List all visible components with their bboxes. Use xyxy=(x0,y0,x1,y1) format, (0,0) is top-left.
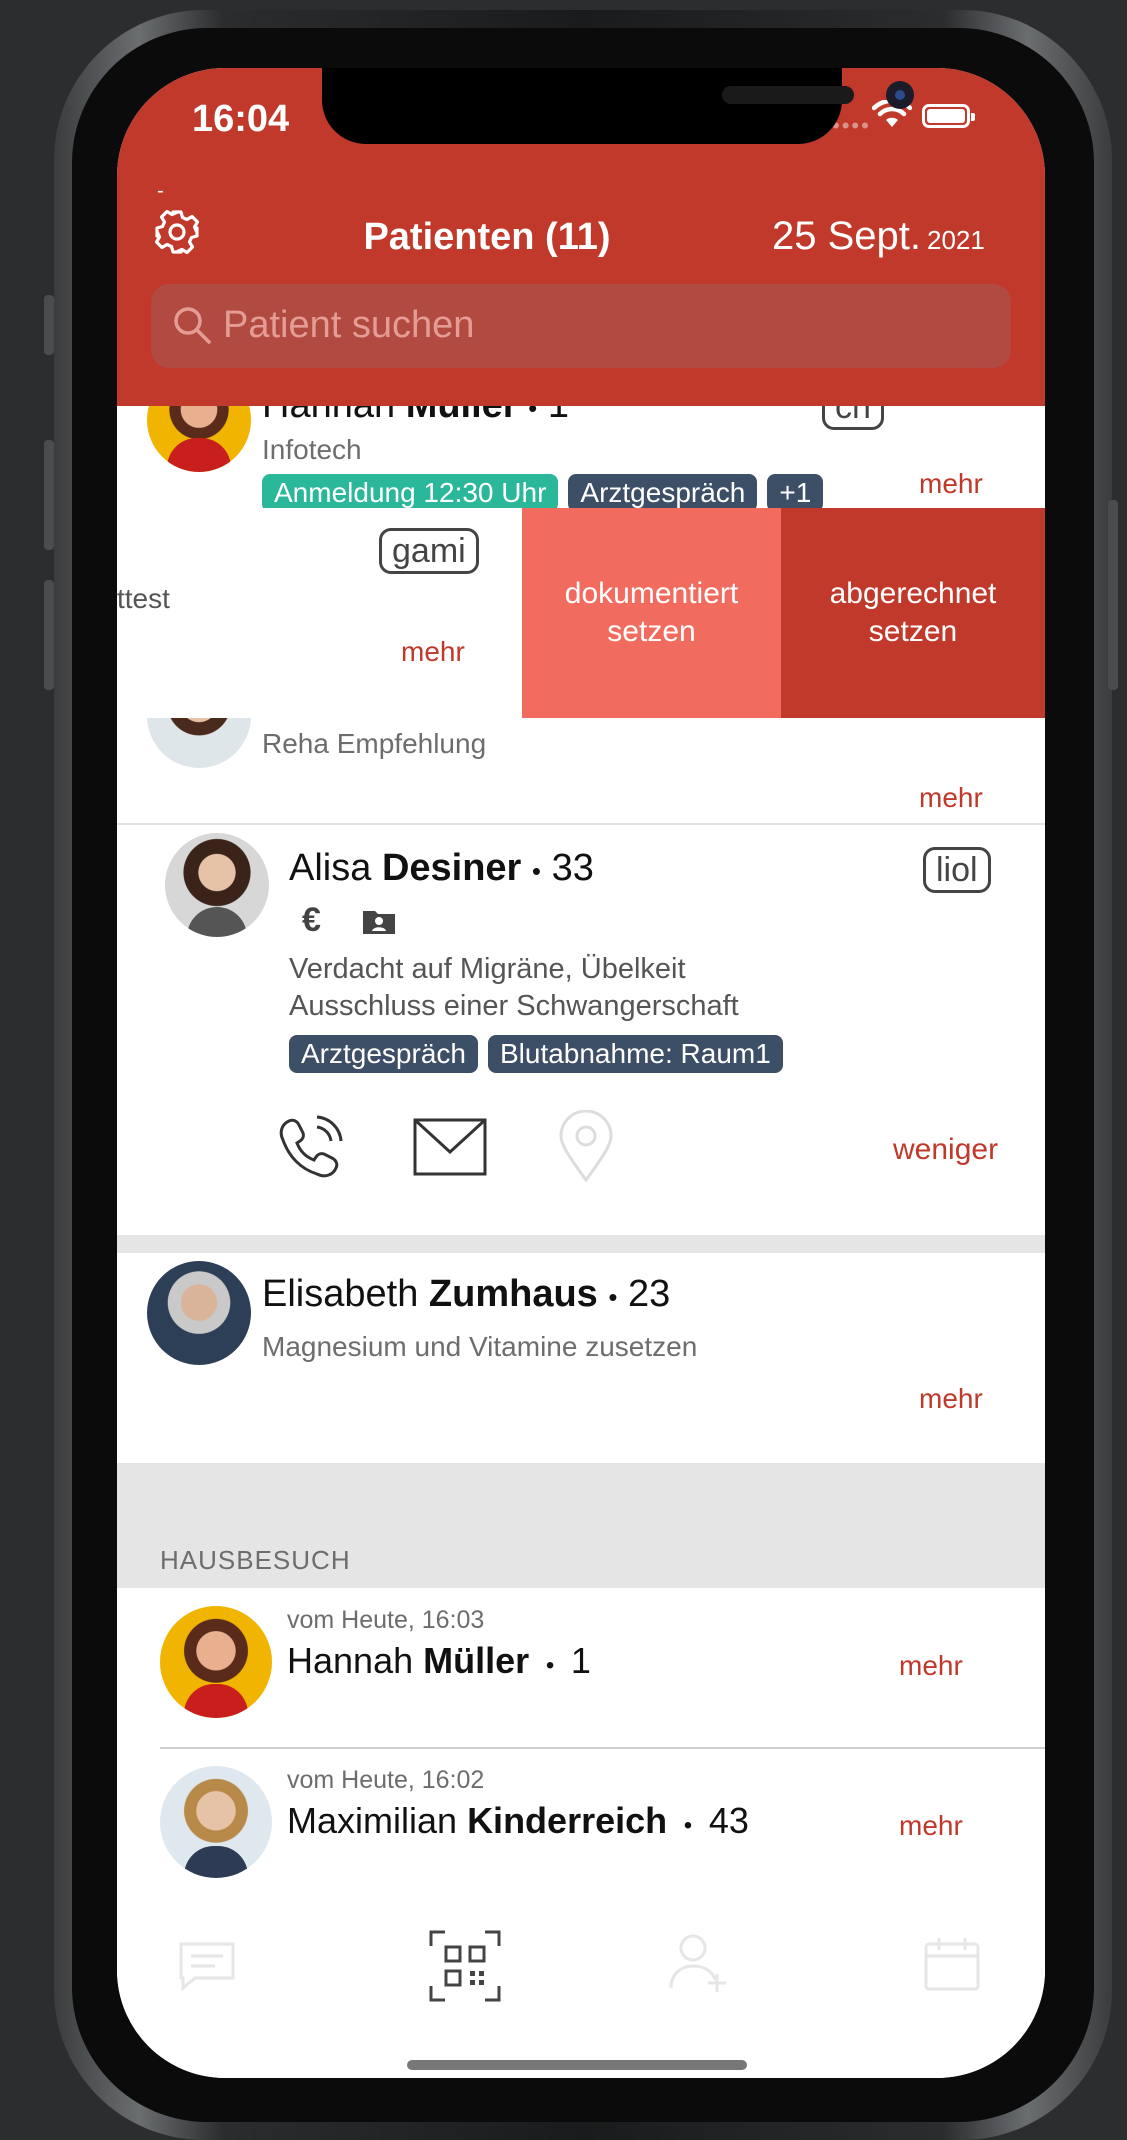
chip-row: Anmeldung 12:30 Uhr Arztgespräch +1 xyxy=(262,474,833,508)
add-patient-icon[interactable] xyxy=(665,1930,731,1996)
more-link[interactable]: mehr xyxy=(919,468,983,500)
insurance-badge: cn xyxy=(822,406,884,430)
row-note: Magnesium und Vitamine zusetzen xyxy=(262,1331,698,1362)
patient-name: Maximilian Kinderreich • 43 xyxy=(287,1800,749,1841)
chip-registration: Anmeldung 12:30 Uhr xyxy=(262,474,559,508)
mark-documented-button[interactable]: dokumentiert setzen xyxy=(522,508,781,718)
insurance-badge: gami xyxy=(379,528,479,574)
avatar xyxy=(147,718,251,768)
swiped-row-content[interactable]: gami ttest mehr xyxy=(117,508,522,718)
home-indicator[interactable] xyxy=(407,2060,747,2070)
visit-time: vom Heute, 16:03 xyxy=(287,1606,485,1634)
section-title: HAUSBESUCH xyxy=(160,1545,351,1575)
section-separator xyxy=(117,1235,1045,1253)
patient-name: Alisa Desiner • 33 xyxy=(289,847,594,889)
chip-row: Arztgespräch Blutabnahme: Raum1 xyxy=(289,1035,793,1073)
date-year: 2021 xyxy=(927,225,985,255)
chip-doctor-talk: Arztgespräch xyxy=(568,474,758,508)
row-note: ttest xyxy=(117,583,170,614)
house-call-list: vom Heute, 16:03 Hannah Müller • 1 mehr … xyxy=(117,1588,1045,1900)
chip-doctor-talk: Arztgespräch xyxy=(289,1035,478,1073)
more-link[interactable]: mehr xyxy=(899,1650,963,1682)
less-link[interactable]: weniger xyxy=(893,1133,998,1167)
battery-icon xyxy=(922,104,975,128)
avatar xyxy=(160,1766,272,1878)
notch xyxy=(322,68,914,144)
search-field[interactable]: Patient suchen xyxy=(151,284,1011,368)
header-dash: - xyxy=(157,180,164,202)
patient-name: Elisabeth Zumhaus • 23 xyxy=(262,1273,671,1315)
note-line-2: Ausschluss einer Schwangerschaft xyxy=(289,990,739,1022)
silent-switch xyxy=(44,295,54,355)
page-title: Patienten (11) xyxy=(363,216,611,258)
patient-row-elisabeth[interactable]: Elisabeth Zumhaus • 23 Magnesium und Vit… xyxy=(117,1253,1045,1463)
patient-company: Infotech xyxy=(262,434,362,465)
more-link[interactable]: mehr xyxy=(899,1810,963,1842)
patient-row-alisa-expanded[interactable]: Alisa Desiner • 33 liol € Verdacht auf M… xyxy=(117,825,1045,1235)
visit-time: vom Heute, 16:02 xyxy=(287,1766,485,1794)
chat-icon[interactable] xyxy=(177,1940,237,1992)
avatar xyxy=(147,406,251,472)
power-button xyxy=(1108,500,1118,690)
location-pin-icon[interactable] xyxy=(557,1110,615,1182)
app-screen: 16:04 •••• - Patienten (11) 25 Sept. 2021… xyxy=(117,68,1045,2078)
mark-billed-button[interactable]: abgerechnet setzen xyxy=(781,508,1045,718)
calendar-icon[interactable] xyxy=(923,1936,981,1992)
more-link[interactable]: mehr xyxy=(919,782,983,814)
search-placeholder: Patient suchen xyxy=(223,304,475,346)
tab-bar xyxy=(117,1900,1045,2078)
avatar xyxy=(160,1606,272,1718)
patient-name: Hannah Müller • 1 xyxy=(262,406,569,426)
section-header-hausbesuch: HAUSBESUCH xyxy=(117,1463,1045,1588)
patient-name: Hannah Müller • 1 xyxy=(287,1640,591,1681)
patient-row-hannah[interactable]: Hannah Müller • 1 cn Infotech Anmeldung … xyxy=(117,406,1045,508)
more-link[interactable]: mehr xyxy=(401,636,465,668)
phone-icon[interactable] xyxy=(275,1113,345,1183)
mail-icon[interactable] xyxy=(413,1118,487,1176)
chip-more-count: +1 xyxy=(767,474,824,508)
current-date[interactable]: 25 Sept. 2021 xyxy=(772,214,985,259)
euro-icon: € xyxy=(302,901,321,939)
insurance-badge: liol xyxy=(923,847,991,893)
house-call-item[interactable]: vom Heute, 16:02 Maximilian Kinderreich … xyxy=(117,1748,1045,1900)
note-line-1: Verdacht auf Migräne, Übelkeit xyxy=(289,953,686,985)
patient-row-partial[interactable]: Reha Empfehlung mehr xyxy=(117,718,1045,824)
date-day-month: 25 Sept. xyxy=(772,214,922,258)
avatar xyxy=(147,1261,251,1365)
chip-blood-draw: Blutabnahme: Raum1 xyxy=(487,1035,783,1073)
search-icon xyxy=(174,307,211,344)
house-call-item[interactable]: vom Heute, 16:03 Hannah Müller • 1 mehr xyxy=(117,1588,1045,1748)
folder-icon xyxy=(363,911,395,934)
more-link[interactable]: mehr xyxy=(919,1383,983,1415)
status-time: 16:04 xyxy=(192,98,290,140)
qr-code-icon[interactable] xyxy=(429,1930,501,2002)
gear-icon[interactable] xyxy=(153,208,201,256)
front-camera xyxy=(886,81,914,109)
volume-down-button xyxy=(44,580,54,690)
speaker xyxy=(722,86,854,104)
volume-up-button xyxy=(44,440,54,550)
avatar xyxy=(165,833,269,937)
row-note: Reha Empfehlung xyxy=(262,728,487,759)
